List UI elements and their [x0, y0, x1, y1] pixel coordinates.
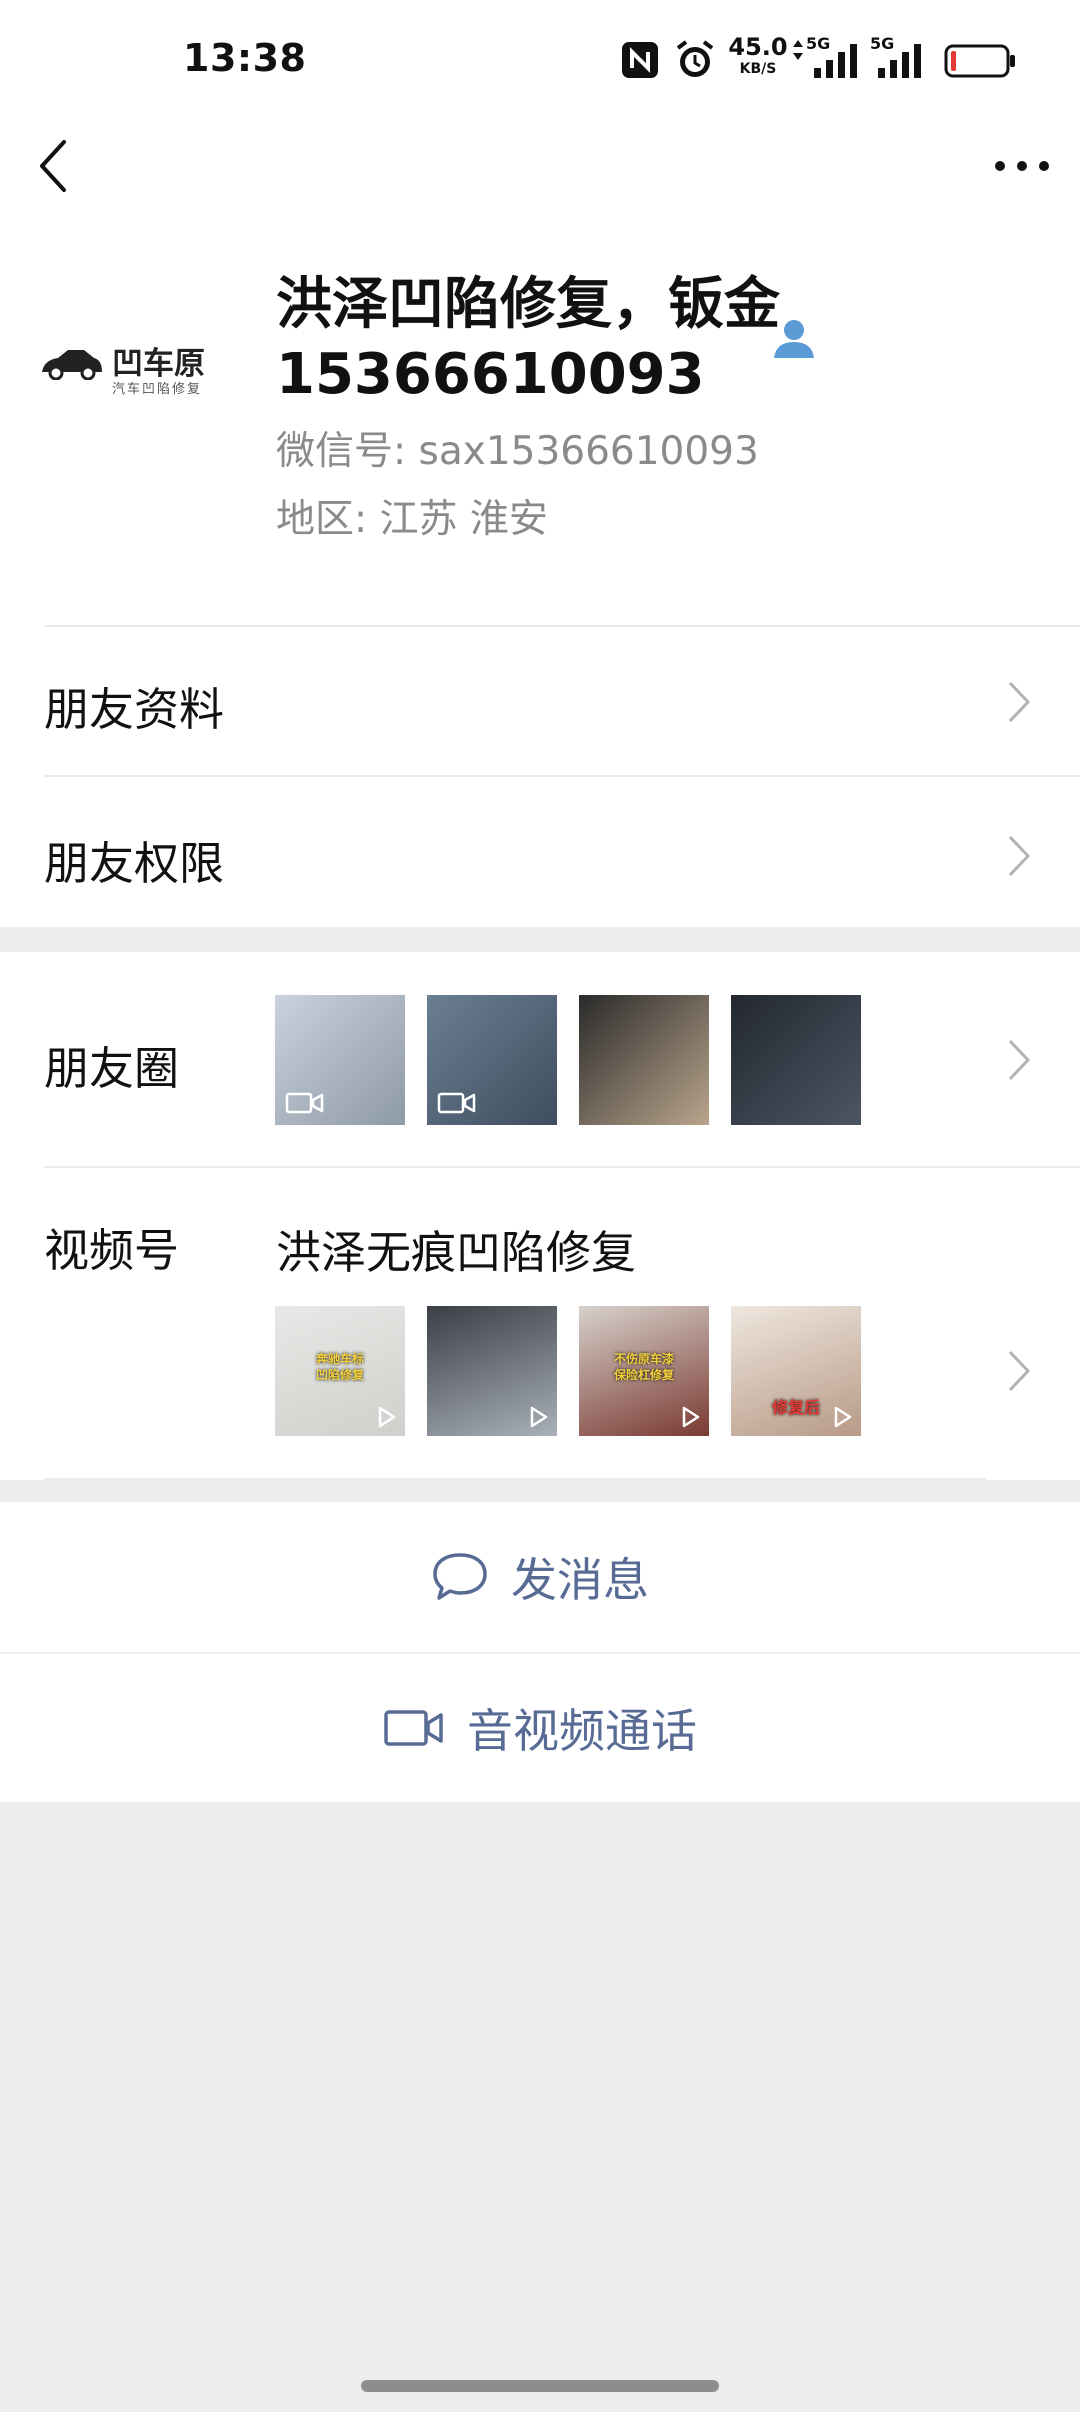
divider: [44, 1478, 986, 1480]
chevron-right-icon: [1008, 1039, 1031, 1081]
video-icon: [437, 1092, 476, 1114]
chevron-right-icon: [1008, 681, 1031, 723]
status-time: 13:38: [183, 36, 307, 80]
more-button[interactable]: [992, 136, 1052, 196]
row-channels-label: 视频号: [44, 1224, 180, 1277]
status-bar: 13:38 45.0 KB/S 5G 5G: [0, 0, 1080, 110]
moments-thumb[interactable]: [731, 995, 861, 1125]
play-icon: [530, 1406, 548, 1428]
thumb-caption: 不伤原车漆: [613, 1352, 674, 1366]
thumb-caption-2: 保险杠修复: [613, 1368, 674, 1382]
thumb-caption: 奔驰车标: [315, 1352, 364, 1366]
car-logo-icon: [42, 350, 102, 380]
contact-name: 洪泽凹陷修复，钣金 15366610093: [276, 270, 796, 410]
channel-thumb[interactable]: 修复后: [731, 1306, 861, 1436]
row-channels[interactable]: 视频号 奔驰车标凹陷修复 不伤原车漆保险杠修复 修复后: [0, 1168, 1080, 1480]
row-friend-permissions[interactable]: 朋友权限: [0, 777, 1080, 927]
avatar-title: 凹车原: [112, 346, 205, 382]
avatar-subtitle: 汽车凹陷修复: [112, 382, 203, 397]
home-indicator[interactable]: [361, 2380, 719, 2392]
data-arrows-icon: [793, 40, 803, 60]
nfc-icon: [622, 42, 658, 78]
video-call-label: 音视频通话: [467, 1704, 697, 1758]
alarm-icon: [676, 40, 714, 77]
video-camera-icon: [384, 1710, 443, 1746]
send-message-button[interactable]: 发消息: [0, 1502, 1080, 1652]
row-friend-info[interactable]: 朋友资料: [0, 627, 1080, 777]
chevron-right-icon: [1008, 835, 1031, 877]
video-call-button[interactable]: 音视频通话: [0, 1654, 1080, 1802]
row-moments-label: 朋友圈: [44, 1042, 180, 1095]
net-speed-unit: KB/S: [739, 61, 777, 77]
net-speed: 45.0 KB/S: [728, 33, 788, 80]
chat-bubble-icon: [433, 1553, 487, 1600]
video-icon: [285, 1092, 324, 1114]
net-speed-value: 45.0: [728, 33, 788, 61]
send-message-label: 发消息: [511, 1553, 649, 1607]
avatar[interactable]: 凹车原 汽车凹陷修复: [40, 288, 215, 428]
chevron-right-icon: [1008, 1350, 1031, 1392]
status-icons: 45.0 KB/S 5G 5G: [620, 34, 1080, 86]
play-icon: [834, 1406, 852, 1428]
row-friend-permissions-label: 朋友权限: [44, 837, 225, 890]
channel-thumb[interactable]: 不伤原车漆保险杠修复: [579, 1306, 709, 1436]
channel-title: 洪泽无痕凹陷修复: [276, 1226, 637, 1279]
back-button[interactable]: [32, 134, 82, 198]
moments-thumb[interactable]: [579, 995, 709, 1125]
row-friend-info-label: 朋友资料: [44, 683, 225, 736]
play-icon: [682, 1406, 700, 1428]
moments-thumb[interactable]: [427, 995, 557, 1125]
channel-thumb[interactable]: [427, 1306, 557, 1436]
profile-card: 凹车原 汽车凹陷修复 洪泽凹陷修复，钣金 15366610093 微信号: sa…: [0, 220, 1080, 625]
nav-bar: [0, 110, 1080, 220]
thumb-caption-2: 凹陷修复: [315, 1368, 364, 1382]
battery-icon: [944, 44, 1015, 78]
contact-name-line2: 15366610093: [276, 342, 705, 407]
moments-thumb[interactable]: [275, 995, 405, 1125]
signal-icon: [814, 44, 857, 78]
contact-name-line1: 洪泽凹陷修复，钣金: [276, 272, 780, 337]
channel-thumb[interactable]: 奔驰车标 凹陷修复: [275, 1306, 405, 1436]
person-icon: [774, 320, 814, 358]
signal-icon: [878, 44, 921, 78]
row-moments[interactable]: 朋友圈: [0, 952, 1080, 1168]
play-icon: [378, 1406, 396, 1428]
region: 地区: 江苏 淮安: [276, 497, 548, 542]
wechat-id: 微信号: sax15366610093: [276, 429, 759, 474]
